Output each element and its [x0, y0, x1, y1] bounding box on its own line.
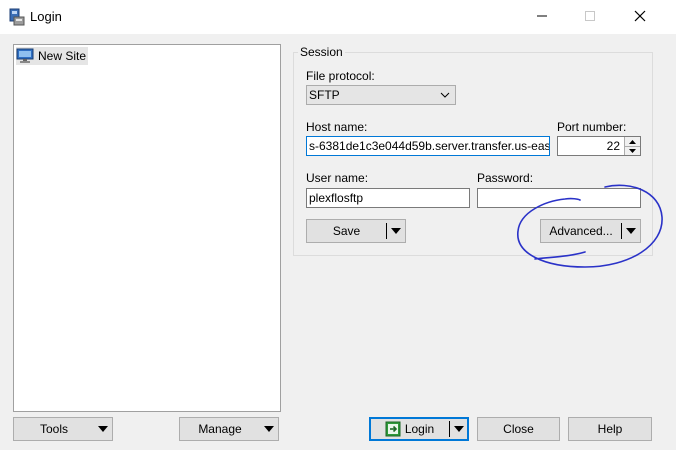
login-dropdown-arrow[interactable]: [450, 418, 468, 440]
tools-button[interactable]: Tools: [13, 417, 113, 441]
manage-dropdown-arrow[interactable]: [260, 418, 278, 440]
save-button[interactable]: Save: [306, 219, 406, 243]
new-site-computer-icon: [16, 48, 34, 63]
user-name-input[interactable]: plexflosftp: [306, 188, 470, 208]
session-group-title: Session: [298, 45, 345, 59]
spin-up-icon: [629, 139, 636, 144]
dropdown-arrow-icon: [391, 228, 401, 234]
help-button-label: Help: [597, 422, 623, 436]
login-button-label: Login: [404, 422, 435, 436]
close-button-label: Close: [503, 422, 534, 436]
tools-button-label: Tools: [39, 422, 68, 436]
file-protocol-value: SFTP: [309, 88, 340, 102]
manage-button[interactable]: Manage: [179, 417, 279, 441]
dropdown-arrow-icon: [264, 426, 274, 432]
login-button[interactable]: Login: [369, 417, 469, 441]
dialog-client: New Site Session File protocol: SFTP Hos…: [0, 34, 676, 450]
minimize-icon: [537, 15, 547, 17]
app-icon: [9, 8, 25, 26]
save-button-label: Save: [332, 224, 361, 238]
advanced-button[interactable]: Advanced...: [540, 219, 641, 243]
title-bar: Login: [0, 0, 676, 34]
dropdown-arrow-icon: [626, 228, 636, 234]
tree-item-label: New Site: [38, 49, 87, 63]
advanced-dropdown-arrow[interactable]: [622, 220, 640, 242]
port-number-value: 22: [606, 139, 620, 153]
dropdown-arrow-icon: [454, 426, 464, 432]
close-window-button[interactable]: [618, 2, 662, 30]
user-name-label: User name:: [306, 171, 369, 185]
spin-up-button[interactable]: [625, 137, 640, 146]
site-tree[interactable]: New Site: [13, 44, 281, 412]
tools-dropdown-arrow[interactable]: [94, 418, 112, 440]
tree-item-new-site[interactable]: New Site: [16, 47, 89, 65]
maximize-icon: [585, 11, 595, 21]
port-number-input[interactable]: 22: [557, 136, 641, 156]
manage-button-label: Manage: [198, 422, 242, 436]
chevron-down-icon: [440, 92, 450, 98]
save-dropdown-arrow[interactable]: [387, 220, 405, 242]
host-name-input[interactable]: s-6381de1c3e044d59b.server.transfer.us-e…: [306, 136, 550, 156]
dropdown-arrow-icon: [98, 426, 108, 432]
window-title: Login: [30, 9, 62, 24]
host-name-label: Host name:: [306, 120, 368, 134]
login-icon: [385, 421, 401, 437]
help-button[interactable]: Help: [568, 417, 652, 441]
close-icon: [634, 10, 646, 22]
minimize-button[interactable]: [520, 2, 564, 30]
close-button[interactable]: Close: [477, 417, 560, 441]
maximize-button: [568, 2, 612, 30]
file-protocol-select[interactable]: SFTP: [306, 85, 456, 105]
port-spinner[interactable]: [624, 137, 640, 155]
file-protocol-label: File protocol:: [306, 69, 375, 83]
spin-down-button[interactable]: [625, 146, 640, 155]
spin-down-icon: [629, 149, 636, 153]
advanced-button-label: Advanced...: [549, 224, 613, 238]
password-input[interactable]: [477, 188, 641, 208]
password-label: Password:: [477, 171, 534, 185]
port-number-label: Port number:: [557, 120, 627, 134]
